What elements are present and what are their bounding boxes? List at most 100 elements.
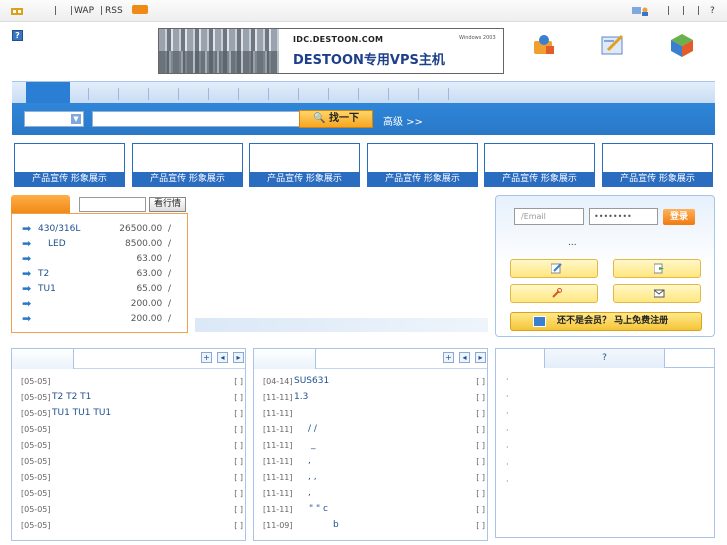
ad-slot[interactable]: 产品宣传 形象展示 (602, 143, 713, 187)
rss-link[interactable]: RSS (105, 6, 123, 16)
price-row[interactable]: ➡ T2 63.00 / (12, 267, 187, 281)
ad-slot[interactable]: 产品宣传 形象展示 (249, 143, 360, 187)
panel-tab[interactable] (12, 349, 74, 369)
list-item[interactable]: [05-05] [ ] (21, 470, 243, 486)
list-bracket[interactable]: [ ] (234, 457, 243, 466)
search-button[interactable]: 🔍 找一下 (299, 110, 373, 128)
list-title[interactable]: , (308, 456, 311, 466)
list-bracket[interactable]: [ ] (234, 393, 243, 402)
ad-slot[interactable]: 产品宣传 形象展示 (484, 143, 595, 187)
list-title[interactable]: , (308, 488, 311, 498)
plus-icon[interactable]: + (201, 352, 212, 363)
message-icon[interactable] (632, 6, 648, 16)
right-tab-1[interactable] (496, 349, 545, 368)
export-button[interactable] (613, 259, 701, 278)
mail-button[interactable] (613, 284, 701, 303)
next-icon[interactable]: ▸ (233, 352, 244, 363)
site-logo[interactable]: ? (12, 30, 23, 41)
price-row[interactable]: ➡ 200.00 / (12, 297, 187, 311)
member-center-icon[interactable] (531, 32, 557, 58)
list-title[interactable]: SUS631 (294, 376, 329, 386)
list-item[interactable]: [11-11] " " c [ ] (263, 502, 485, 518)
list-bracket[interactable]: [ ] (234, 425, 243, 434)
list-title[interactable]: / / (308, 424, 317, 434)
price-row[interactable]: ➡ LED 8500.00 / (12, 237, 187, 251)
price-row[interactable]: ➡ 430/316L 26500.00 / (12, 222, 187, 236)
nav-tab-home[interactable] (26, 82, 70, 104)
login-links[interactable]: ... (568, 238, 577, 248)
price-item-name[interactable]: T2 (38, 269, 49, 279)
plus-icon[interactable]: + (443, 352, 454, 363)
price-item-name[interactable]: 430/316L (38, 224, 80, 234)
list-bracket[interactable]: [ ] (476, 521, 485, 530)
edit-publish-icon[interactable] (600, 32, 626, 58)
search-input[interactable] (92, 111, 302, 127)
price-row[interactable]: ➡ 63.00 / (12, 252, 187, 266)
prev-icon[interactable]: ◂ (217, 352, 228, 363)
email-field[interactable]: /Email (514, 208, 584, 225)
login-button[interactable]: 登录 (663, 209, 695, 225)
list-bracket[interactable]: [ ] (476, 473, 485, 482)
list-bracket[interactable]: [ ] (476, 441, 485, 450)
list-title[interactable]: _ (311, 440, 316, 450)
ad-slot[interactable]: 产品宣传 形象展示 (367, 143, 478, 187)
list-bracket[interactable]: [ ] (476, 377, 485, 386)
prev-icon[interactable]: ◂ (459, 352, 470, 363)
ad-slot[interactable]: 产品宣传 形象展示 (132, 143, 243, 187)
price-query-input[interactable] (79, 197, 146, 212)
list-item[interactable]: [11-11] / / [ ] (263, 422, 485, 438)
list-bracket[interactable]: [ ] (234, 409, 243, 418)
price-item-name[interactable]: TU1 (38, 284, 56, 294)
list-item[interactable]: [05-05] [ ] (21, 502, 243, 518)
list-item[interactable]: [11-09] b [ ] (263, 518, 485, 534)
panel-tab[interactable] (254, 349, 316, 369)
cube-box-icon[interactable] (669, 32, 695, 58)
list-item[interactable]: [11-11], [ ] (263, 486, 485, 502)
price-row[interactable]: ➡ TU1 65.00 / (12, 282, 187, 296)
list-item[interactable]: [05-05] [ ] (21, 518, 243, 534)
list-item[interactable]: [05-05] T2 T2 T1 [ ] (21, 390, 243, 406)
list-bracket[interactable]: [ ] (476, 409, 485, 418)
wap-link[interactable]: WAP (74, 6, 94, 16)
list-item[interactable]: [11-11] _ [ ] (263, 438, 485, 454)
tools-button[interactable] (510, 284, 598, 303)
list-title[interactable]: 1.3 (294, 392, 308, 402)
list-bracket[interactable]: [ ] (234, 505, 243, 514)
advanced-search-link[interactable]: 高级 >> (383, 113, 423, 128)
list-item[interactable]: [05-05] [ ] (21, 486, 243, 502)
list-item[interactable]: [11-11], [ ] (263, 454, 485, 470)
list-item[interactable]: [11-11] 1.3 [ ] (263, 390, 485, 406)
list-bracket[interactable]: [ ] (476, 505, 485, 514)
list-title[interactable]: , , (308, 472, 317, 482)
vps-banner[interactable]: IDC.DESTOON.COM DESTOON专用VPS主机 Windows 2… (158, 28, 504, 74)
ad-slot[interactable]: 产品宣传 形象展示 (14, 143, 125, 187)
right-tab-2[interactable]: ? (545, 349, 665, 368)
list-item[interactable]: [04-14] SUS631 [ ] (263, 374, 485, 390)
list-title[interactable]: b (333, 520, 339, 530)
next-icon[interactable]: ▸ (475, 352, 486, 363)
list-bracket[interactable]: [ ] (234, 489, 243, 498)
list-item[interactable]: [05-05] [ ] (21, 454, 243, 470)
list-title[interactable]: T2 T2 T1 (52, 392, 91, 402)
price-tab[interactable] (11, 195, 70, 213)
list-bracket[interactable]: [ ] (234, 521, 243, 530)
list-bracket[interactable]: [ ] (476, 393, 485, 402)
list-item[interactable]: [05-05] [ ] (21, 438, 243, 454)
chevron-down-icon[interactable]: ▼ (71, 114, 81, 124)
register-button[interactable]: 还不是会员？ 马上免费注册 (510, 312, 702, 331)
list-title[interactable]: " " c (309, 504, 328, 514)
list-title[interactable]: TU1 TU1 TU1 (52, 408, 111, 418)
home-icon[interactable] (10, 6, 23, 15)
price-query-button[interactable]: 看行情 (149, 197, 186, 212)
price-item-name[interactable]: LED (48, 239, 66, 249)
publish-button[interactable] (510, 259, 598, 278)
password-field[interactable]: •••••••• (589, 208, 658, 225)
list-item[interactable]: [05-05] [ ] (21, 374, 243, 390)
list-bracket[interactable]: [ ] (234, 377, 243, 386)
search-category-select[interactable]: ▼ (24, 111, 84, 127)
list-bracket[interactable]: [ ] (234, 473, 243, 482)
list-item[interactable]: [05-05] [ ] (21, 422, 243, 438)
list-bracket[interactable]: [ ] (476, 489, 485, 498)
list-item[interactable]: [05-05] TU1 TU1 TU1 [ ] (21, 406, 243, 422)
list-item[interactable]: [11-11] [ ] (263, 406, 485, 422)
